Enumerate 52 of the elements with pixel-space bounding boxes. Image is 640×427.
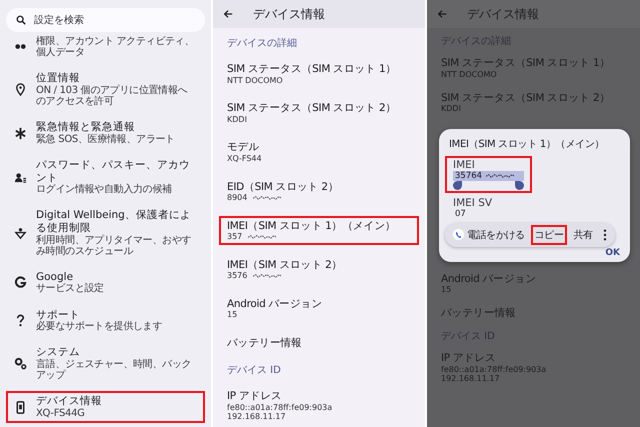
info-item[interactable]: IP アドレス fe80::a01a:78ff:fe09:903a 192.168.11.17 (219, 386, 419, 425)
info-item[interactable]: IMEI（SIM スロット 1）（メイン） 357 (219, 216, 419, 246)
google-g-icon (14, 276, 27, 290)
search-field[interactable]: 設定を検索 (6, 8, 205, 32)
settings-item[interactable]: デバイス情報 XQ-FS44G (6, 391, 205, 423)
wellbeing-icon (14, 226, 27, 240)
info-item[interactable]: SIM ステータス（SIM スロット 2） KDDI (219, 98, 419, 128)
info-item[interactable]: バッテリー情報 (219, 332, 419, 354)
info-item: バッテリー情報 (440, 306, 517, 322)
question-icon (14, 314, 27, 327)
dialog-title: IMEI（SIM スロット 1）（メイン） (448, 138, 606, 152)
person-list-icon (14, 170, 27, 184)
ok-button[interactable]: OK (601, 248, 624, 258)
search-icon (16, 15, 26, 25)
field-value[interactable]: 07 (453, 208, 468, 219)
location-pin-icon (14, 83, 27, 96)
phone-icon (14, 400, 27, 414)
field-value[interactable]: 35764 (453, 170, 524, 181)
info-item[interactable]: SIM ステータス（SIM スロット 1） NTT DOCOMO (219, 59, 419, 90)
selection-handle-icon[interactable] (453, 180, 462, 190)
settings-item[interactable]: 権限、アカウント アクティビティ、個人データ (6, 32, 205, 62)
action-button[interactable]: 共有 (569, 224, 597, 245)
settings-item[interactable]: パスワード、パスキー、アカウント ログイン情報や自動入力の候補 (6, 154, 205, 200)
page-title: デバイス情報 (253, 6, 325, 22)
asterisk-icon (14, 126, 27, 140)
dialog-field[interactable]: IMEI 35764 (445, 156, 532, 193)
settings-item[interactable]: 緊急情報と緊急通報 緊急 SOS、医療情報、アラート (6, 117, 205, 150)
settings-item[interactable]: Google サービスと設定 (6, 266, 205, 299)
action-button[interactable]: コピー (530, 224, 568, 245)
info-item[interactable]: Android バージョン 15 (219, 294, 419, 324)
settings-item[interactable]: サポート 必要なサポートを提供します (6, 304, 205, 336)
section-header: デバイスの詳細 (226, 36, 297, 50)
info-item: SIM ステータス（SIM スロット 1） NTT DOCOMO (440, 56, 612, 81)
back-icon[interactable] (223, 9, 233, 19)
section-header: デバイス ID (226, 364, 281, 377)
gears-icon (14, 357, 27, 370)
settings-item[interactable]: Digital Wellbeing、保護者による使用制限 利用時間、アプリタイマー、おやすみ時間のスケジュール (6, 205, 205, 261)
back-icon (437, 9, 447, 19)
info-item[interactable]: IMEI（SIM スロット 2） 3576 (219, 254, 419, 284)
settings-item[interactable]: システム 言語、ジェスチャー、時間、バックアップ (6, 342, 205, 386)
settings-item[interactable]: 位置情報 ON / 103 個のアプリに位置情報へのアクセスを許可 (6, 68, 205, 112)
info-item: IP アドレス fe80::a01a:78ff:fe09:903a 192.168.11.17 (440, 350, 548, 385)
more-icon[interactable] (602, 228, 607, 241)
selection-handle-icon[interactable] (515, 180, 524, 190)
info-item[interactable]: モデル XQ-FS44 (219, 137, 419, 168)
dialog-field[interactable]: IMEI SV 07 (445, 194, 500, 222)
page-title: デバイス情報 (467, 6, 539, 22)
call-button[interactable]: 電話をかける (449, 224, 529, 245)
info-item[interactable]: EID（SIM スロット 2） 8904 (219, 176, 419, 206)
info-item: SIM ステータス（SIM スロット 2） KDDI (440, 90, 612, 116)
phone-icon (453, 229, 464, 240)
info-item: Android バージョン 15 (440, 272, 538, 296)
